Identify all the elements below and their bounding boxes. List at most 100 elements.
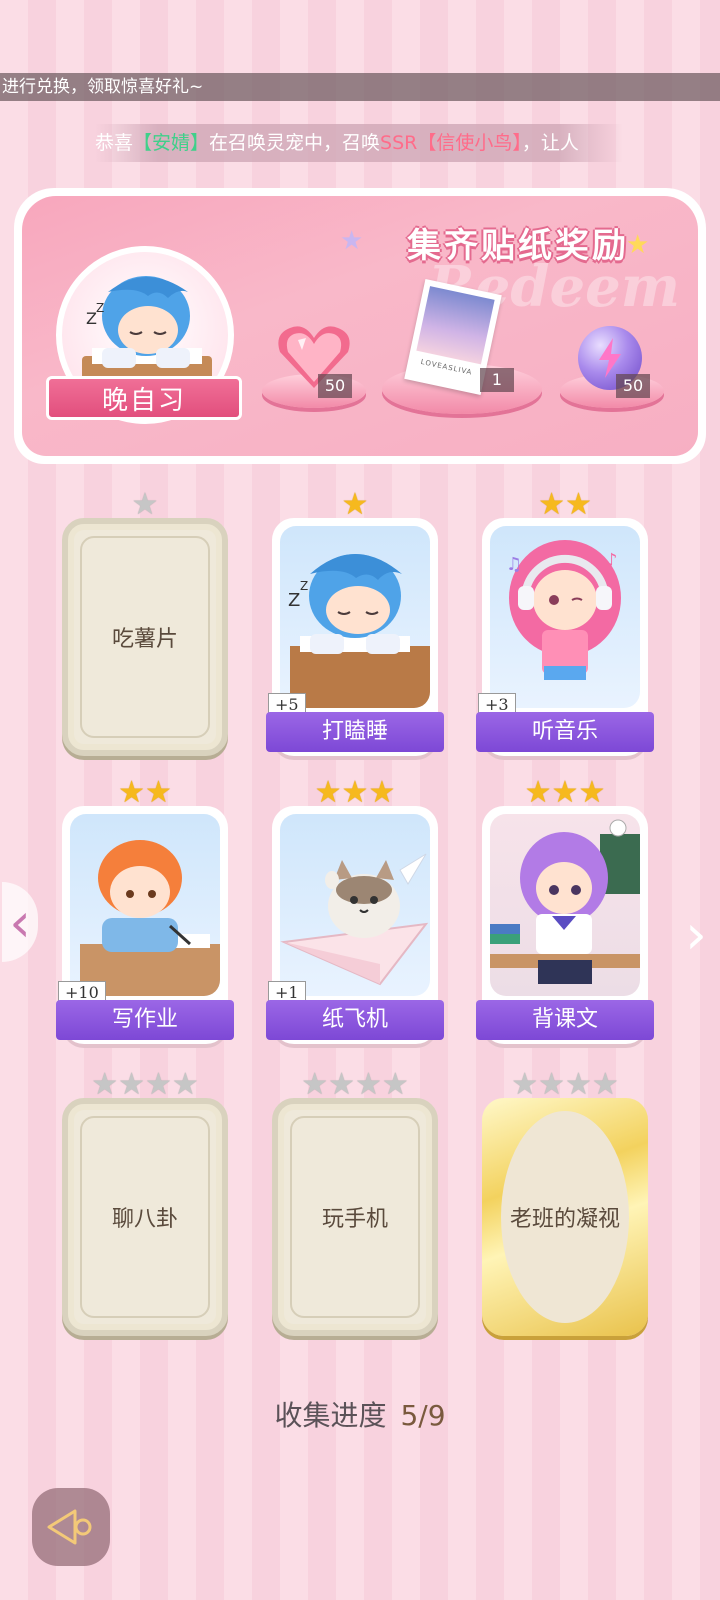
reward-count-orb: 50	[616, 374, 650, 398]
star-icon: ★	[591, 1067, 619, 1102]
card-stars: ★	[272, 490, 438, 520]
star-icon: ★	[565, 1067, 592, 1102]
ticker-suffix: ，让人	[521, 132, 579, 154]
chevron-right-icon: ›	[685, 902, 707, 966]
next-page-arrow[interactable]: ›	[676, 894, 716, 974]
star-icon: ★	[578, 775, 606, 810]
svg-text:Z: Z	[288, 590, 300, 611]
star-icon: ★	[131, 487, 159, 522]
sticker-card[interactable]: ★ Z Z +5 打瞌睡	[266, 490, 444, 756]
star-icon: ★	[145, 775, 172, 810]
star-icon: ★	[538, 1067, 565, 1102]
card-locked-face: 聊八卦	[62, 1098, 228, 1336]
banner-title-wrap: 集齐贴纸奖励	[362, 214, 674, 270]
star-icon: ★	[551, 775, 579, 810]
card-ribbon: 写作业	[56, 1000, 234, 1040]
reward-count-photo: 1	[480, 368, 514, 392]
card-owned-face: Z Z +5 打瞌睡	[266, 518, 444, 756]
prev-page-arrow[interactable]: ‹	[0, 882, 40, 962]
star-icon: ★	[91, 1067, 119, 1102]
announcement-bar: 进行兑换，领取惊喜好礼~	[0, 73, 720, 101]
star-icon: ★	[341, 487, 369, 522]
card-locked-gold-face: 老班的凝视	[482, 1098, 648, 1336]
card-art-sleeping: Z Z	[280, 526, 430, 708]
sticker-card[interactable]: ★★★★ 玩手机	[272, 1070, 438, 1336]
card-owned-face: +10 写作业	[56, 806, 234, 1044]
card-locked-face: 吃薯片	[62, 518, 228, 756]
card-owned-face: +1 纸飞机	[266, 806, 444, 1044]
back-button[interactable]	[32, 1488, 110, 1566]
star-icon: ★	[511, 1067, 539, 1102]
progress-value: 5/9	[400, 1399, 446, 1432]
sticker-card[interactable]: ★★★ +1 纸飞机	[266, 778, 444, 1044]
star-icon: ★	[524, 775, 552, 810]
star-icon: ★	[314, 775, 342, 810]
card-label: 吃薯片	[111, 627, 178, 652]
svg-text:Z: Z	[300, 579, 308, 593]
card-label: 聊八卦	[111, 1207, 178, 1232]
sticker-card[interactable]: ★★★★ 老班的凝视	[482, 1070, 648, 1336]
card-label: 打瞌睡	[321, 719, 388, 744]
card-stars: ★★	[482, 490, 648, 520]
status-bar-area	[0, 0, 720, 72]
sticker-card[interactable]: ★★★★ 聊八卦	[62, 1070, 228, 1336]
ticker-user: 【安婧】	[133, 132, 210, 154]
star-icon: ★	[171, 1067, 199, 1102]
card-oval: 老班的凝视	[501, 1111, 629, 1323]
star-icon: ★	[341, 775, 369, 810]
sticker-card[interactable]: ★★ ♪ ♫ +3 听音乐	[476, 490, 654, 756]
star-icon: ★	[538, 487, 565, 522]
star-deco-icon: ★	[340, 226, 364, 256]
card-stars: ★★★	[272, 778, 438, 808]
chevron-left-icon: ‹	[2, 882, 38, 962]
card-label: 纸飞机	[321, 1007, 388, 1032]
back-arrow-icon	[47, 1509, 92, 1545]
svg-text:Z: Z	[96, 301, 104, 315]
announcement-text: 进行兑换，领取惊喜好礼~	[2, 77, 204, 97]
avatar-name-plate: 晚自习	[46, 376, 242, 420]
card-art-paper-plane	[280, 814, 430, 996]
reward-banner-inner: Redeem ★ ★ 集齐贴纸奖励 Z Z 晚自习 50 LOVEASLIVA …	[22, 196, 698, 456]
banner-title: 集齐贴纸奖励	[407, 225, 629, 266]
svg-text:♫: ♫	[506, 554, 522, 575]
svg-text:♪: ♪	[606, 550, 618, 571]
sticker-card[interactable]: ★★ +10 写作业	[56, 778, 234, 1044]
card-ribbon: 打瞌睡	[266, 712, 444, 752]
star-icon: ★	[381, 1067, 409, 1102]
card-locked-face: 玩手机	[272, 1098, 438, 1336]
reward-banner: Redeem ★ ★ 集齐贴纸奖励 Z Z 晚自习 50 LOVEASLIVA …	[14, 188, 706, 464]
card-art-music: ♪ ♫	[490, 526, 640, 708]
card-ribbon: 纸飞机	[266, 1000, 444, 1040]
card-stars: ★★★★	[62, 1070, 228, 1100]
star-icon: ★	[565, 487, 592, 522]
card-stars: ★★★★	[482, 1070, 648, 1100]
star-icon: ★	[118, 775, 145, 810]
sticker-card[interactable]: ★ 吃薯片	[62, 490, 228, 756]
card-stars: ★★	[62, 778, 228, 808]
card-stars: ★★★	[482, 778, 648, 808]
summon-ticker: 恭喜【安婧】在召唤灵宠中，召唤SSR【信使小鸟】，让人	[95, 124, 623, 162]
reward-count-heart: 50	[318, 374, 352, 398]
card-ribbon: 背课文	[476, 1000, 654, 1040]
card-label: 写作业	[111, 1007, 178, 1032]
ticker-mid: 在召唤灵宠中，召唤	[209, 132, 381, 154]
sticker-card[interactable]: ★★★ 背课文	[476, 778, 654, 1044]
card-ribbon: 听音乐	[476, 712, 654, 752]
star-icon: ★	[118, 1067, 145, 1102]
card-label: 背课文	[531, 1007, 598, 1032]
star-icon: ★	[355, 1067, 382, 1102]
ticker-prefix: 恭喜	[95, 132, 134, 154]
card-owned-face: 背课文	[476, 806, 654, 1044]
star-icon: ★	[368, 775, 396, 810]
ticker-item: SSR【信使小鸟】	[380, 132, 522, 154]
star-icon: ★	[328, 1067, 355, 1102]
card-art-homework	[70, 814, 220, 996]
progress-label: 收集进度	[274, 1399, 387, 1432]
star-icon: ★	[301, 1067, 329, 1102]
card-art-classroom	[490, 814, 640, 996]
card-label: 玩手机	[321, 1207, 388, 1232]
card-stars: ★★★★	[272, 1070, 438, 1100]
collection-progress: 收集进度 5/9	[0, 1394, 720, 1434]
card-owned-face: ♪ ♫ +3 听音乐	[476, 518, 654, 756]
card-label: 老班的凝视	[509, 1207, 620, 1232]
